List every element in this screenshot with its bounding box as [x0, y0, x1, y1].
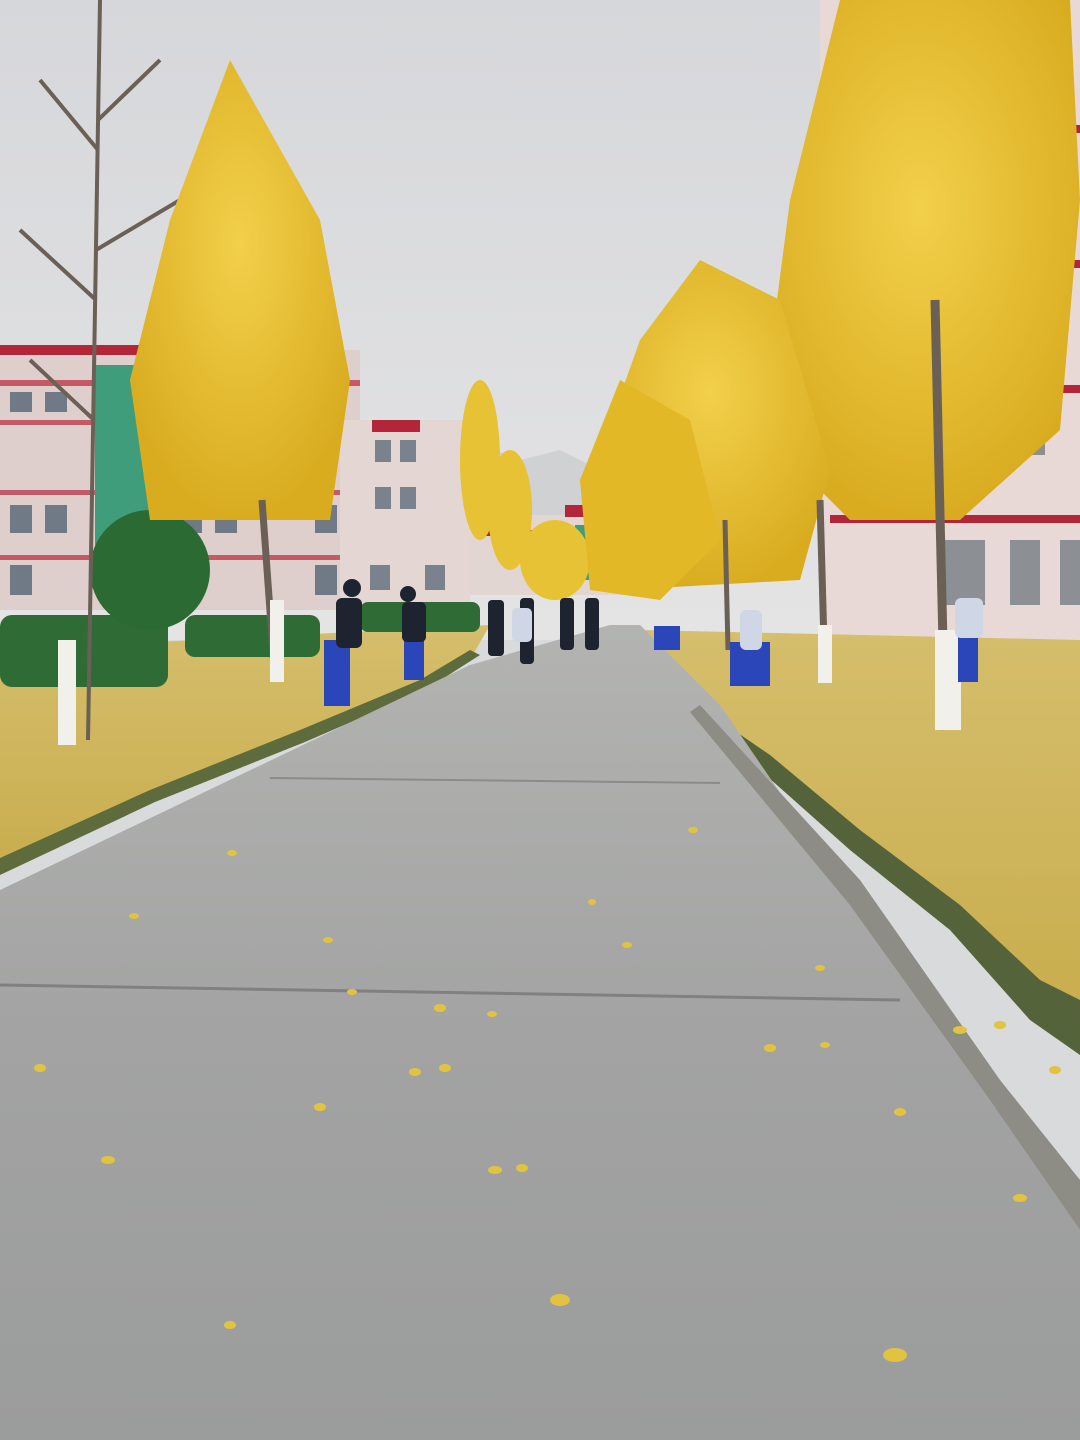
tree-trunk-white [58, 640, 76, 745]
shrub [90, 510, 210, 630]
photo-scene [0, 0, 1080, 1440]
